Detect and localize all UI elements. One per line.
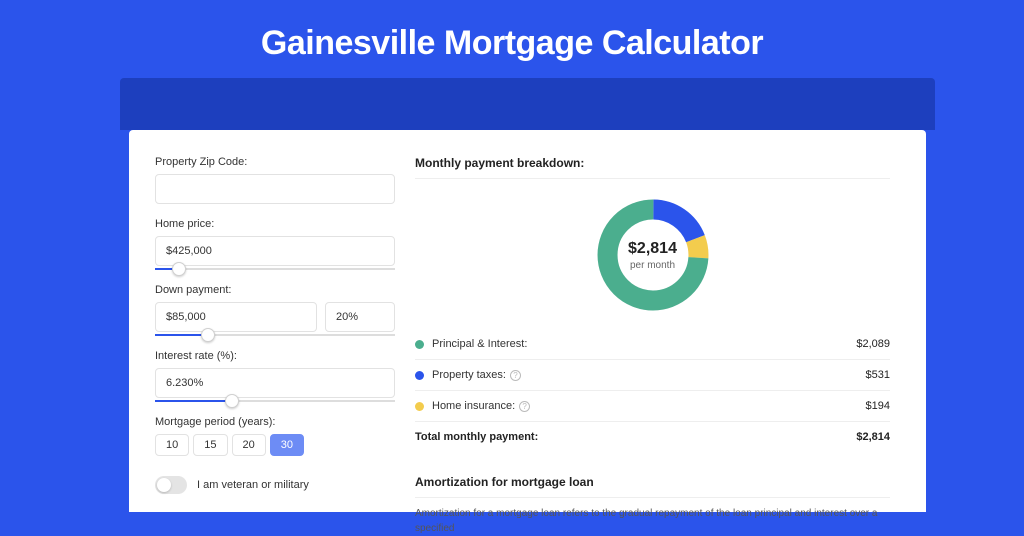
interest-block: Interest rate (%): bbox=[155, 350, 395, 402]
home-price-label: Home price: bbox=[155, 218, 395, 230]
period-label: Mortgage period (years): bbox=[155, 416, 395, 428]
legend-row: Property taxes:?$531 bbox=[415, 360, 890, 391]
amortization-body: Amortization for a mortgage loan refers … bbox=[415, 498, 890, 536]
home-price-block: Home price: bbox=[155, 218, 395, 270]
zip-label: Property Zip Code: bbox=[155, 156, 395, 168]
veteran-row: I am veteran or military bbox=[155, 476, 395, 494]
card-shadow bbox=[120, 78, 935, 130]
interest-slider[interactable] bbox=[155, 400, 395, 402]
total-row: Total monthly payment: $2,814 bbox=[415, 422, 890, 452]
donut-center: $2,814 per month bbox=[593, 195, 713, 315]
down-payment-block: Down payment: bbox=[155, 284, 395, 336]
interest-input[interactable] bbox=[155, 368, 395, 398]
period-button-10[interactable]: 10 bbox=[155, 434, 189, 456]
period-options: 10152030 bbox=[155, 434, 395, 456]
donut-chart-wrap: $2,814 per month bbox=[415, 189, 890, 329]
zip-input[interactable] bbox=[155, 174, 395, 204]
period-button-20[interactable]: 20 bbox=[232, 434, 266, 456]
down-payment-slider[interactable] bbox=[155, 334, 395, 336]
period-block: Mortgage period (years): 10152030 bbox=[155, 416, 395, 456]
down-payment-input[interactable] bbox=[155, 302, 317, 332]
legend-value: $194 bbox=[866, 400, 890, 412]
home-price-slider[interactable] bbox=[155, 268, 395, 270]
interest-label: Interest rate (%): bbox=[155, 350, 395, 362]
legend-label: Home insurance:? bbox=[432, 400, 866, 412]
home-price-input[interactable] bbox=[155, 236, 395, 266]
period-button-30[interactable]: 30 bbox=[270, 434, 304, 456]
legend-label: Property taxes:? bbox=[432, 369, 866, 381]
page-title: Gainesville Mortgage Calculator bbox=[0, 0, 1024, 77]
legend-row: Principal & Interest:$2,089 bbox=[415, 329, 890, 360]
legend-label: Principal & Interest: bbox=[432, 338, 856, 350]
help-icon[interactable]: ? bbox=[510, 370, 521, 381]
help-icon[interactable]: ? bbox=[519, 401, 530, 412]
legend-dot-icon bbox=[415, 402, 424, 411]
down-payment-pct-input[interactable] bbox=[325, 302, 395, 332]
down-payment-label: Down payment: bbox=[155, 284, 395, 296]
donut-chart: $2,814 per month bbox=[593, 195, 713, 315]
legend-dot-icon bbox=[415, 340, 424, 349]
donut-amount: $2,814 bbox=[628, 240, 677, 258]
form-panel: Property Zip Code: Home price: Down paym… bbox=[155, 156, 395, 512]
veteran-toggle[interactable] bbox=[155, 476, 187, 494]
total-label: Total monthly payment: bbox=[415, 431, 856, 443]
zip-block: Property Zip Code: bbox=[155, 156, 395, 204]
calculator-card: Property Zip Code: Home price: Down paym… bbox=[129, 130, 926, 512]
legend-dot-icon bbox=[415, 371, 424, 380]
breakdown-title: Monthly payment breakdown: bbox=[415, 156, 890, 179]
legend-value: $2,089 bbox=[856, 338, 890, 350]
period-button-15[interactable]: 15 bbox=[193, 434, 227, 456]
total-value: $2,814 bbox=[856, 431, 890, 443]
breakdown-panel: Monthly payment breakdown: $2,814 per mo… bbox=[415, 156, 890, 512]
breakdown-legend: Principal & Interest:$2,089Property taxe… bbox=[415, 329, 890, 422]
amortization-section: Amortization for mortgage loan Amortizat… bbox=[415, 466, 890, 536]
legend-row: Home insurance:?$194 bbox=[415, 391, 890, 422]
legend-value: $531 bbox=[866, 369, 890, 381]
donut-sub: per month bbox=[630, 260, 675, 271]
amortization-title: Amortization for mortgage loan bbox=[415, 467, 890, 498]
veteran-label: I am veteran or military bbox=[197, 479, 309, 491]
